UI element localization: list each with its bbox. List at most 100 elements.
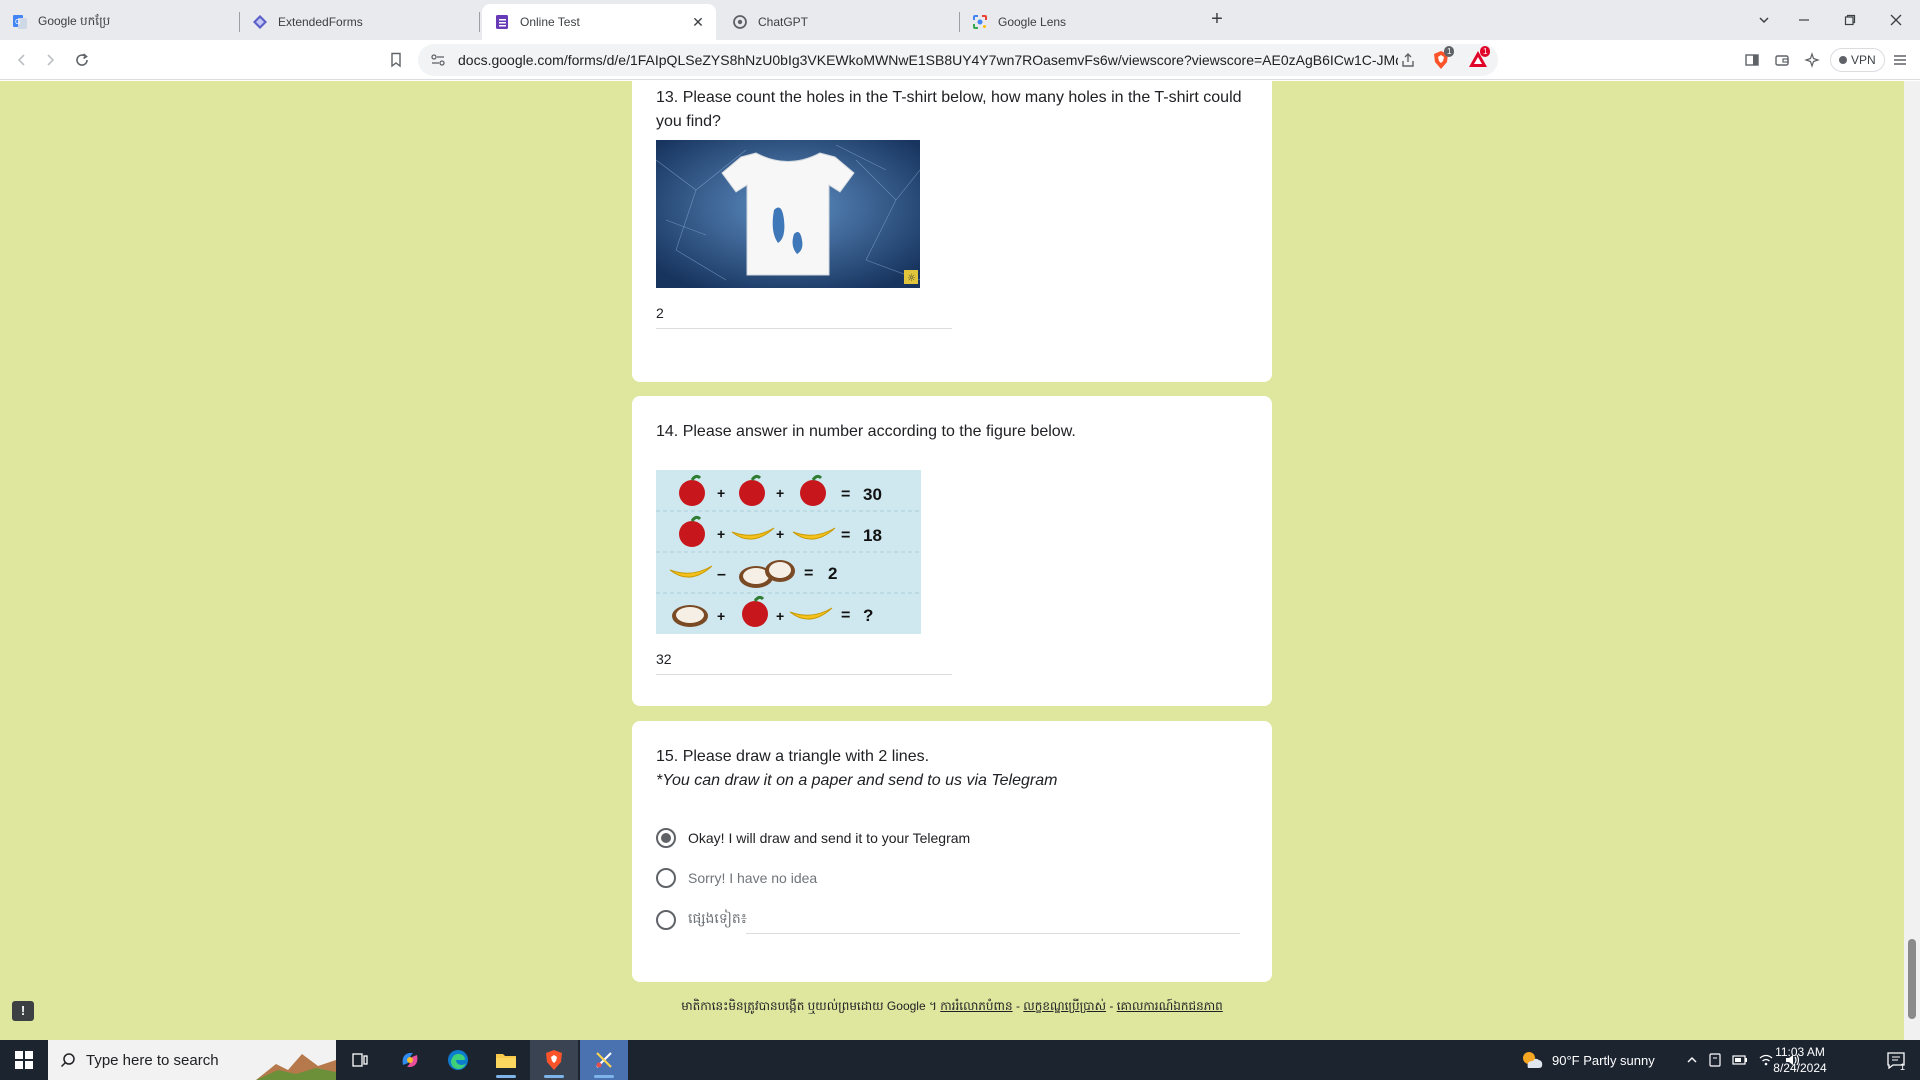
address-bar[interactable]: docs.google.com/forms/d/e/1FAIpQLSeZYS8h…: [418, 44, 1498, 76]
tab-title: ChatGPT: [758, 15, 809, 29]
partly-sunny-icon: [1523, 1052, 1543, 1068]
question-13-answer: 2: [656, 303, 952, 329]
close-tab-icon[interactable]: ✕: [690, 14, 706, 30]
svg-text:☼: ☼: [907, 273, 916, 284]
report-feedback-icon[interactable]: !: [12, 1001, 34, 1021]
option-no-idea[interactable]: Sorry! I have no idea: [656, 868, 817, 888]
google-translate-icon: G: [13, 15, 27, 29]
svg-text:+: +: [776, 526, 784, 542]
share-icon[interactable]: [1400, 52, 1416, 68]
svg-text:+: +: [717, 526, 725, 542]
fruit-puzzle-image: + + = 30 + + = 18 – = 2 + + = ?: [656, 470, 921, 634]
clock-time: 11:03 AM: [1775, 1045, 1825, 1059]
form-footer: មាតិកានេះមិនត្រូវបានបង្កើត ឬយល់ព្រមដោយ G…: [632, 998, 1272, 1014]
question-card-15: 15. Please draw a triangle with 2 lines.…: [632, 721, 1272, 982]
footer-separator: -: [1109, 999, 1114, 1013]
question-card-13: 13. Please count the holes in the T-shir…: [632, 81, 1272, 382]
question-15-subtext: *You can draw it on a paper and send to …: [656, 772, 1058, 789]
vpn-status-icon: [1839, 56, 1847, 64]
footer-abuse-link[interactable]: ការរំលោភបំពាន: [940, 999, 1012, 1013]
tab-separator: [479, 12, 480, 32]
tab-title: ExtendedForms: [278, 15, 363, 29]
brave-shields-icon[interactable]: 1: [1432, 46, 1455, 70]
puzzle-result-3: 2: [828, 564, 837, 583]
bookmark-icon[interactable]: [384, 48, 408, 72]
clock-date: 8/24/2024: [1773, 1061, 1827, 1075]
meet-now-icon[interactable]: [1708, 1053, 1722, 1067]
forward-icon[interactable]: [38, 48, 62, 72]
snipping-tool-icon[interactable]: [580, 1040, 628, 1080]
tab-google-lens[interactable]: Google Lens: [960, 4, 1200, 40]
puzzle-result-4: ?: [863, 606, 873, 625]
svg-text:G: G: [15, 19, 20, 26]
leo-ai-icon[interactable]: [1800, 48, 1824, 72]
search-icon: [60, 1053, 75, 1068]
puzzle-result-1: 30: [863, 485, 882, 504]
brave-rewards-icon[interactable]: 1: [1468, 46, 1491, 70]
minimize-icon[interactable]: [1792, 8, 1816, 32]
tab-chatgpt[interactable]: ChatGPT: [720, 4, 960, 40]
footer-terms-link[interactable]: លក្ខខណ្ឌប្រើប្រាស់: [1023, 999, 1106, 1013]
tab-title: Google បកប្រែ: [38, 14, 111, 28]
restore-icon[interactable]: [1838, 8, 1862, 32]
google-lens-icon: [973, 15, 987, 29]
site-settings-icon[interactable]: [430, 52, 446, 68]
reload-icon[interactable]: [70, 48, 94, 72]
menu-icon[interactable]: [1888, 48, 1912, 72]
vpn-button[interactable]: VPN: [1830, 48, 1885, 72]
notification-center-icon[interactable]: 1: [1872, 1040, 1920, 1080]
browser-toolbar: docs.google.com/forms/d/e/1FAIpQLSeZYS8h…: [0, 40, 1920, 80]
back-icon[interactable]: [10, 48, 34, 72]
alert-badge: 1: [1480, 46, 1491, 57]
footer-privacy-link[interactable]: គោលការណ៍ឯកជនភាព: [1117, 999, 1223, 1013]
battery-icon[interactable]: [1732, 1054, 1748, 1066]
file-explorer-icon[interactable]: [482, 1040, 530, 1080]
option-label: Sorry! I have no idea: [688, 870, 818, 886]
tab-title: Google Lens: [998, 15, 1067, 29]
other-text-field[interactable]: [746, 933, 1240, 934]
taskbar-search-box[interactable]: Type here to search: [48, 1040, 336, 1080]
svg-text:+: +: [776, 608, 784, 624]
option-label: Okay! I will draw and send it to your Te…: [688, 830, 971, 846]
edge-icon[interactable]: [434, 1040, 482, 1080]
task-view-icon[interactable]: [336, 1040, 384, 1080]
brave-badge: 1: [1444, 46, 1455, 57]
svg-text:=: =: [804, 565, 813, 582]
tab-search-chevron-icon[interactable]: [1752, 8, 1776, 32]
option-other[interactable]: ផ្សេងទៀត៖: [656, 909, 747, 930]
windows-taskbar: Type here to search 90°F Partly sunny 11…: [0, 1040, 1920, 1080]
browser-tab-strip: G Google បកប្រែ ExtendedForms Online Tes…: [0, 0, 1920, 40]
new-tab-button[interactable]: +: [1205, 8, 1229, 32]
wallet-icon[interactable]: [1770, 48, 1794, 72]
sidebar-icon[interactable]: [1740, 48, 1764, 72]
tshirt-image: ☼: [656, 140, 920, 288]
show-hidden-icons-chevron-icon[interactable]: [1686, 1054, 1698, 1066]
close-window-icon[interactable]: [1884, 8, 1908, 32]
question-15-text: 15. Please draw a triangle with 2 lines.: [656, 748, 930, 765]
windows-start-icon[interactable]: [0, 1040, 48, 1080]
question-14-answer: 32: [656, 649, 952, 675]
brave-browser-icon[interactable]: [530, 1040, 578, 1080]
svg-text:=: =: [841, 607, 850, 624]
vpn-label: VPN: [1851, 53, 1876, 67]
option-draw-and-send[interactable]: Okay! I will draw and send it to your Te…: [656, 828, 970, 848]
page-scrollbar[interactable]: [1904, 81, 1920, 1041]
copilot-icon[interactable]: [386, 1040, 434, 1080]
scrollbar-thumb[interactable]: [1908, 939, 1916, 1019]
google-forms-icon: [496, 15, 508, 29]
svg-text:+: +: [717, 485, 725, 501]
taskbar-clock[interactable]: 11:03 AM 8/24/2024: [1764, 1044, 1836, 1076]
svg-text:+: +: [776, 485, 784, 501]
tab-google-translate[interactable]: G Google បកប្រែ: [0, 4, 240, 40]
tab-online-test[interactable]: Online Test ✕: [482, 4, 716, 40]
svg-text:=: =: [841, 486, 850, 503]
radio-unchecked-icon[interactable]: [656, 868, 676, 888]
extendedforms-icon: [253, 15, 267, 29]
search-highlight-icon: [256, 1054, 336, 1080]
form-page: 13. Please count the holes in the T-shir…: [0, 81, 1920, 1041]
radio-unchecked-icon[interactable]: [656, 909, 676, 930]
tab-extendedforms[interactable]: ExtendedForms: [240, 4, 480, 40]
option-label: ផ្សេងទៀត៖: [688, 910, 747, 926]
weather-widget[interactable]: 90°F Partly sunny: [1520, 1040, 1655, 1080]
radio-checked-icon[interactable]: [656, 828, 676, 848]
